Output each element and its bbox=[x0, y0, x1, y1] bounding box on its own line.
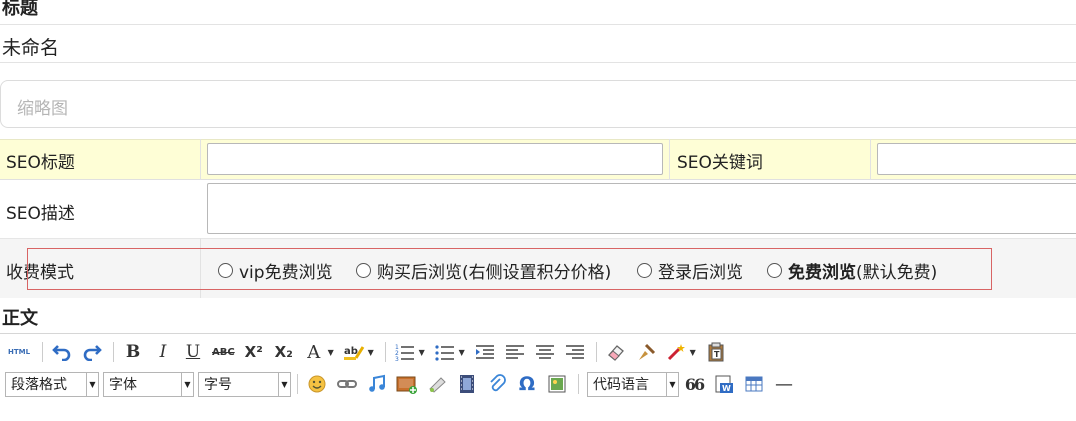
seo-title-input[interactable] bbox=[207, 143, 663, 175]
chevron-down-icon[interactable]: ▼ bbox=[367, 341, 375, 363]
select-value: 字号 bbox=[204, 377, 232, 393]
svg-text:ab: ab bbox=[344, 346, 358, 357]
radio-label: vip免费浏览 bbox=[239, 263, 333, 283]
table-icon[interactable] bbox=[743, 373, 765, 395]
blockquote-button[interactable]: 66 bbox=[683, 373, 705, 395]
align-center-icon[interactable] bbox=[534, 341, 556, 363]
image-icon[interactable] bbox=[546, 373, 568, 395]
emoji-icon[interactable] bbox=[306, 373, 328, 395]
radio-circle-icon[interactable] bbox=[218, 263, 233, 278]
body-label: 正文 bbox=[2, 308, 38, 329]
toolbar-separator bbox=[595, 342, 597, 362]
select-value: 代码语言 bbox=[593, 377, 649, 393]
thumbnail-input[interactable]: 缩略图 bbox=[0, 80, 1076, 128]
divider bbox=[0, 24, 1076, 25]
seo-keywords-input[interactable] bbox=[877, 143, 1076, 175]
radio-circle-icon[interactable] bbox=[356, 263, 371, 278]
radio-vip-free[interactable]: vip免费浏览 bbox=[218, 258, 333, 283]
eraser-icon[interactable] bbox=[605, 341, 627, 363]
svg-text:T: T bbox=[714, 350, 720, 359]
magic-wand-icon[interactable] bbox=[665, 341, 687, 363]
svg-text:3: 3 bbox=[395, 356, 399, 361]
radio-free[interactable]: 免费浏览 (默认免费) bbox=[767, 258, 937, 283]
seo-description-label: SEO描述 bbox=[6, 204, 75, 224]
radio-circle-icon[interactable] bbox=[767, 263, 782, 278]
unordered-list-icon[interactable] bbox=[434, 341, 456, 363]
seo-title-label: SEO标题 bbox=[6, 153, 75, 173]
select-value: 字体 bbox=[109, 377, 137, 393]
select-value: 段落格式 bbox=[11, 377, 67, 393]
seo-keywords-label: SEO关键词 bbox=[677, 153, 763, 173]
superscript-button[interactable]: X² bbox=[243, 341, 265, 363]
radio-label: 登录后浏览 bbox=[658, 263, 743, 283]
radio-label: (默认免费) bbox=[856, 263, 938, 283]
toolbar-separator bbox=[384, 342, 386, 362]
svg-text:W: W bbox=[722, 384, 731, 393]
chevron-down-icon: ▼ bbox=[181, 372, 193, 396]
horizontal-rule-button[interactable]: — bbox=[773, 373, 795, 395]
editor-toolbar-row-1: HTML B I U ABC X² X₂ A ▼ ab ▼ 123 ▼ ▼ ▼ … bbox=[6, 340, 735, 364]
editor-toolbar-row-2: 段落格式 ▼ 字体 ▼ 字号 ▼ Ω 代码语言 ▼ 66 W — bbox=[5, 371, 803, 397]
paste-text-icon[interactable]: T bbox=[705, 341, 727, 363]
font-color-button[interactable]: A bbox=[303, 341, 325, 363]
link-icon[interactable] bbox=[336, 373, 358, 395]
paragraph-format-select[interactable]: 段落格式 ▼ bbox=[5, 371, 99, 397]
seo-description-textarea[interactable] bbox=[207, 183, 1076, 234]
chevron-down-icon[interactable]: ▼ bbox=[458, 341, 466, 363]
chevron-down-icon: ▼ bbox=[278, 372, 290, 396]
title-label: 标题 bbox=[2, 0, 38, 19]
italic-button[interactable]: I bbox=[152, 341, 174, 363]
chevron-down-icon: ▼ bbox=[666, 372, 678, 396]
subscript-button[interactable]: X₂ bbox=[273, 341, 295, 363]
video-icon[interactable] bbox=[456, 373, 478, 395]
chevron-down-icon[interactable]: ▼ bbox=[327, 341, 335, 363]
chevron-down-icon[interactable]: ▼ bbox=[418, 341, 426, 363]
special-char-button[interactable]: Ω bbox=[516, 373, 538, 395]
radio-purchase[interactable]: 购买后浏览(右侧设置积分价格) bbox=[356, 258, 611, 283]
code-language-select[interactable]: 代码语言 ▼ bbox=[587, 371, 679, 397]
bold-button[interactable]: B bbox=[122, 341, 144, 363]
column-divider bbox=[870, 139, 871, 180]
format-brush-icon[interactable] bbox=[635, 341, 657, 363]
highlight-color-icon[interactable]: ab bbox=[343, 341, 365, 363]
thumbnail-placeholder: 缩略图 bbox=[17, 99, 68, 119]
chevron-down-icon[interactable]: ▼ bbox=[689, 341, 697, 363]
redo-icon[interactable] bbox=[81, 341, 103, 363]
radio-label-bold: 免费浏览 bbox=[788, 263, 856, 283]
font-family-select[interactable]: 字体 ▼ bbox=[103, 371, 194, 397]
font-size-select[interactable]: 字号 ▼ bbox=[198, 371, 291, 397]
toolbar-separator bbox=[42, 342, 43, 362]
html-source-button[interactable]: HTML bbox=[6, 341, 32, 363]
chevron-down-icon: ▼ bbox=[86, 372, 98, 396]
align-left-icon[interactable] bbox=[504, 341, 526, 363]
underline-button[interactable]: U bbox=[182, 341, 204, 363]
toolbar-separator bbox=[578, 374, 579, 394]
radio-label: 购买后浏览(右侧设置积分价格) bbox=[377, 263, 612, 283]
radio-circle-icon[interactable] bbox=[637, 263, 652, 278]
scrawl-icon[interactable] bbox=[426, 373, 448, 395]
indent-icon[interactable] bbox=[474, 341, 496, 363]
align-right-icon[interactable] bbox=[564, 341, 586, 363]
strikethrough-button[interactable]: ABC bbox=[212, 341, 235, 363]
toolbar-separator bbox=[297, 374, 298, 394]
title-input[interactable]: 未命名 bbox=[2, 33, 59, 60]
music-icon[interactable] bbox=[366, 373, 388, 395]
radio-login[interactable]: 登录后浏览 bbox=[637, 258, 743, 283]
attachment-icon[interactable] bbox=[486, 373, 508, 395]
column-divider bbox=[669, 139, 670, 180]
toolbar-separator bbox=[113, 342, 114, 362]
image-upload-icon[interactable] bbox=[396, 373, 418, 395]
undo-icon[interactable] bbox=[51, 341, 73, 363]
word-import-icon[interactable]: W bbox=[713, 373, 735, 395]
divider bbox=[0, 62, 1076, 63]
ordered-list-icon[interactable]: 123 bbox=[394, 341, 416, 363]
